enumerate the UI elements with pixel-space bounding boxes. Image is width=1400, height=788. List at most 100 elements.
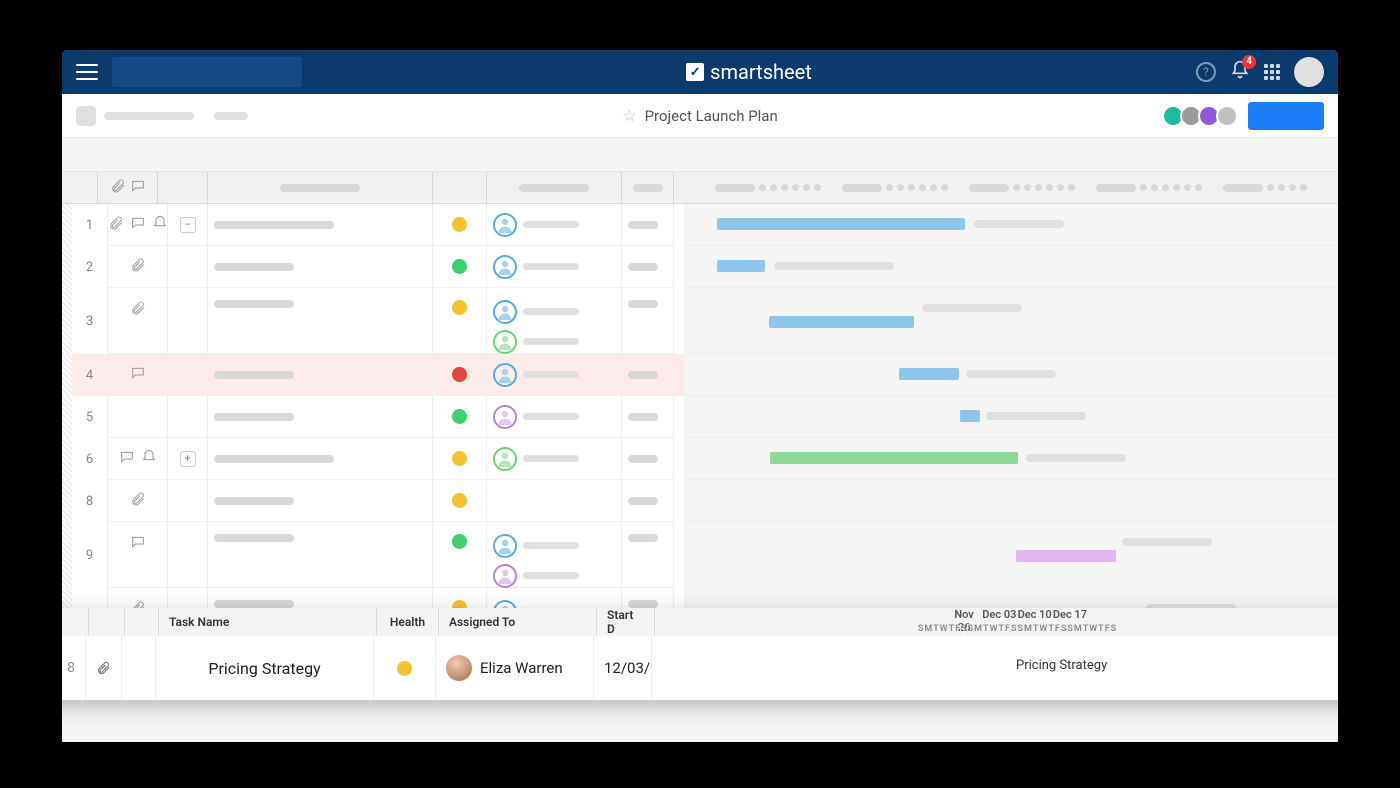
gantt-bar[interactable] [717, 218, 965, 230]
row-handle-icon[interactable] [62, 522, 72, 588]
grid-row[interactable]: 9 [62, 522, 684, 588]
row-handle-icon[interactable] [62, 288, 72, 354]
task-cell[interactable] [208, 396, 433, 438]
assigned-cell[interactable] [487, 396, 622, 438]
row-handle-icon[interactable] [62, 354, 72, 396]
notifications-icon[interactable]: 4 [1230, 60, 1250, 84]
avatar [493, 363, 517, 387]
task-cell[interactable] [208, 354, 433, 396]
comment-icon[interactable] [130, 534, 146, 554]
assigned-cell[interactable] [487, 246, 622, 288]
row-number: 6 [72, 438, 108, 480]
apps-icon[interactable] [1264, 64, 1280, 80]
assigned-cell[interactable] [487, 480, 622, 522]
user-avatar[interactable] [1294, 57, 1324, 87]
reminder-icon[interactable] [152, 215, 168, 235]
date-cell[interactable] [622, 396, 674, 438]
shared-user-avatar[interactable] [1216, 105, 1238, 127]
health-cell[interactable] [433, 396, 487, 438]
help-icon[interactable]: ? [1196, 62, 1216, 82]
assigned-cell[interactable] [487, 438, 622, 480]
col-health: Health [377, 608, 439, 636]
attachment-icon[interactable] [108, 215, 124, 235]
placeholder [523, 371, 579, 378]
gantt-week-headers: Nov 26Dec 03Dec 10Dec 17 [947, 608, 1088, 624]
attachment-icon[interactable] [130, 257, 146, 277]
assigned-cell[interactable] [487, 522, 622, 588]
expand-icon[interactable]: + [180, 451, 196, 467]
avatar [493, 300, 517, 324]
assigned-cell[interactable] [487, 288, 622, 354]
attachment-icon[interactable] [130, 491, 146, 511]
row-handle-icon[interactable] [62, 246, 72, 288]
gantt-bar[interactable] [960, 410, 980, 422]
grid-row[interactable]: 4 [62, 354, 684, 396]
task-cell[interactable] [208, 288, 433, 354]
grid-row[interactable]: 8 [62, 480, 684, 522]
task-name-cell[interactable]: Pricing Strategy [156, 636, 374, 700]
task-cell[interactable] [208, 246, 433, 288]
grid-row[interactable]: 5 [62, 396, 684, 438]
attachment-icon [110, 178, 126, 198]
favorite-icon[interactable]: ☆ [622, 106, 636, 125]
assigned-cell[interactable] [487, 204, 622, 246]
comment-icon[interactable] [130, 365, 146, 385]
row-handle-icon[interactable] [62, 438, 72, 480]
health-cell[interactable] [433, 438, 487, 480]
comment-icon[interactable] [119, 449, 135, 469]
date-cell[interactable] [622, 288, 674, 354]
grid-row[interactable]: 2 [62, 246, 684, 288]
health-cell[interactable] [433, 288, 487, 354]
health-cell[interactable] [374, 636, 436, 700]
row-handle-icon[interactable] [62, 480, 72, 522]
health-cell[interactable] [433, 522, 487, 588]
share-button[interactable] [1248, 102, 1324, 130]
shared-users[interactable] [1168, 105, 1238, 127]
notification-badge: 4 [1242, 55, 1256, 69]
date-cell[interactable] [622, 354, 674, 396]
row-icons [108, 522, 168, 588]
gantt-header [684, 172, 1338, 204]
task-cell[interactable] [208, 204, 433, 246]
indent-cell [168, 396, 208, 438]
assigned-cell[interactable]: Eliza Warren [436, 636, 594, 700]
assigned-cell[interactable] [487, 354, 622, 396]
grid-row[interactable]: 6+ [62, 438, 684, 480]
health-cell[interactable] [433, 480, 487, 522]
task-cell[interactable] [208, 438, 433, 480]
row-handle-icon[interactable] [62, 396, 72, 438]
avatar [446, 655, 472, 681]
health-cell[interactable] [433, 354, 487, 396]
day-label: W [940, 624, 949, 636]
search-input[interactable] [112, 57, 302, 87]
gantt-bar[interactable] [717, 260, 765, 272]
collapse-icon[interactable]: − [180, 217, 196, 233]
gantt-bar[interactable] [1016, 550, 1116, 562]
health-cell[interactable] [433, 204, 487, 246]
date-cell[interactable] [622, 438, 674, 480]
health-dot-icon [452, 493, 467, 508]
reminder-icon[interactable] [141, 449, 157, 469]
gantt-bar[interactable] [770, 452, 1018, 464]
grid-row[interactable]: 3 [62, 288, 684, 354]
comment-icon[interactable] [130, 215, 146, 235]
date-cell[interactable] [622, 204, 674, 246]
date-cell[interactable] [622, 522, 674, 588]
attachment-icon[interactable] [130, 300, 146, 320]
date-cell[interactable] [622, 480, 674, 522]
comment-icon [130, 178, 146, 198]
task-cell[interactable] [208, 522, 433, 588]
week-label: Dec 17 [1053, 608, 1088, 624]
gantt-bar[interactable] [769, 316, 914, 328]
date-cell[interactable] [622, 246, 674, 288]
row-handle-icon[interactable] [62, 204, 72, 246]
menu-icon[interactable] [76, 64, 98, 80]
health-cell[interactable] [433, 246, 487, 288]
task-cell[interactable] [208, 480, 433, 522]
start-date-cell[interactable]: 12/03/ [594, 636, 652, 700]
attachment-icon[interactable] [86, 636, 122, 700]
row-number: 5 [72, 396, 108, 438]
grid-row[interactable]: 1− [62, 204, 684, 246]
gantt-bar[interactable] [899, 368, 959, 380]
placeholder-button[interactable] [76, 106, 96, 126]
